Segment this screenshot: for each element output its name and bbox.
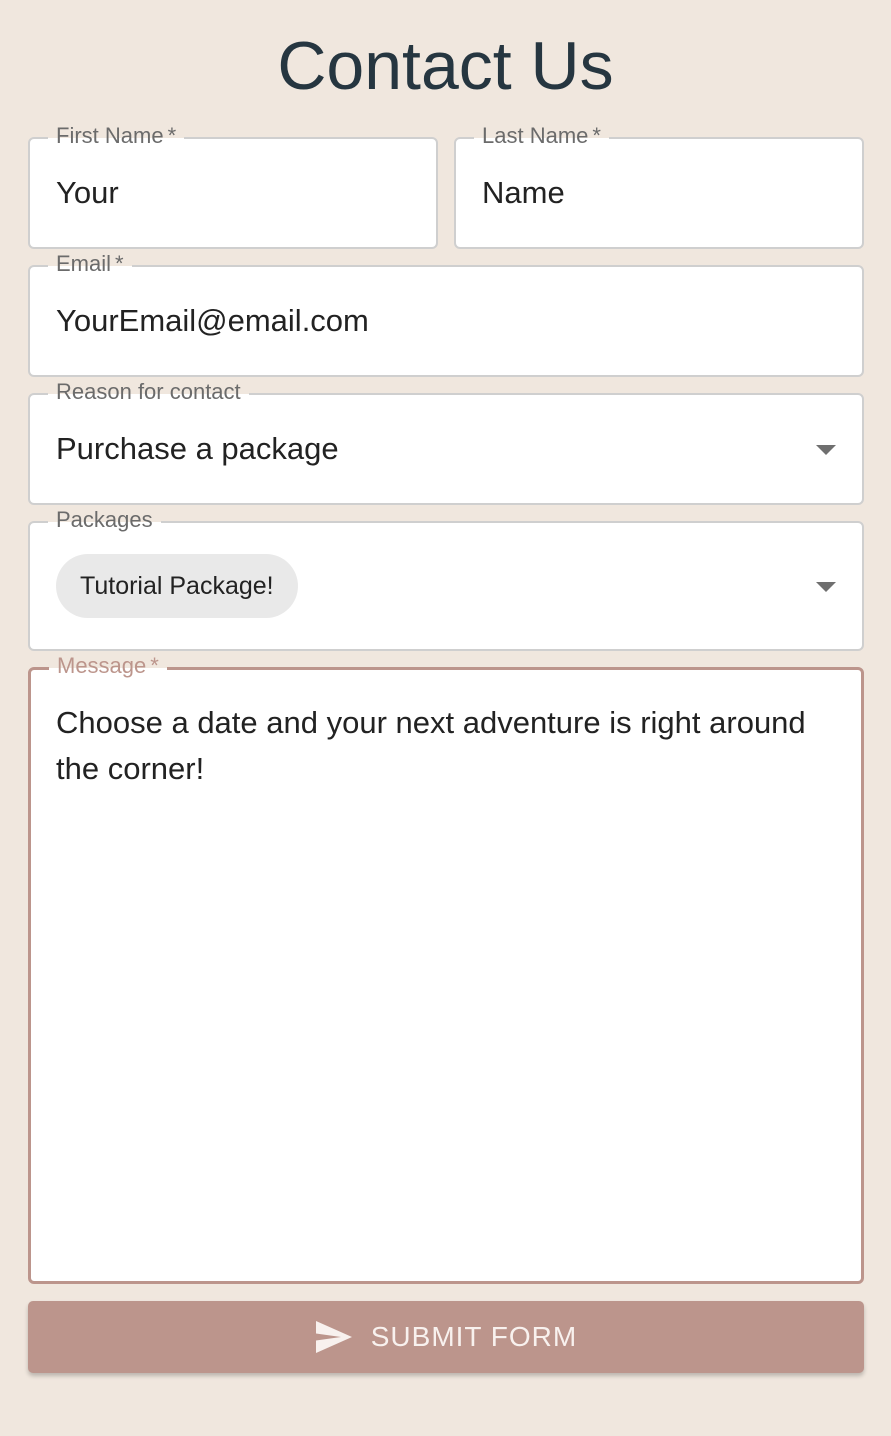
first-name-label-text: First Name	[56, 123, 164, 148]
last-name-required-mark: *	[592, 123, 601, 148]
first-name-required-mark: *	[167, 123, 177, 148]
contact-page: Contact Us First Name * Your Last Name * N…	[0, 0, 891, 1436]
email-label: Email *	[48, 250, 132, 278]
last-name-label-text: Last Name	[482, 123, 589, 148]
send-icon	[315, 1321, 352, 1353]
first-name-label: First Name *	[48, 122, 185, 150]
message-textarea[interactable]: Choose a date and your next adventure is…	[56, 700, 816, 792]
first-name-field[interactable]: First Name * Your	[28, 122, 438, 249]
reason-select[interactable]: Reason for contact Purchase a package	[28, 378, 864, 505]
page-title: Contact Us	[277, 28, 614, 104]
last-name-input[interactable]: Name	[482, 173, 565, 213]
submit-button-content: SUBMIT FORM	[28, 1301, 864, 1373]
package-chip[interactable]: Tutorial Package!	[56, 554, 298, 618]
packages-select[interactable]: Packages Tutorial Package!	[28, 506, 864, 651]
reason-selected-value: Purchase a package	[56, 431, 339, 466]
email-required-mark: *	[115, 251, 124, 276]
email-input[interactable]: YourEmail@email.com	[56, 301, 369, 341]
reason-label: Reason for contact	[48, 378, 249, 406]
message-required-mark: *	[150, 653, 159, 678]
chevron-down-icon[interactable]	[816, 445, 836, 455]
first-name-input[interactable]: Your	[56, 173, 119, 213]
message-label-text: Message	[57, 653, 147, 678]
message-field[interactable]: Message * Choose a date and your next adv…	[28, 652, 864, 1284]
submit-form-button[interactable]: SUBMIT FORM	[28, 1301, 864, 1373]
last-name-label: Last Name *	[474, 122, 609, 150]
submit-button-label: SUBMIT FORM	[370, 1321, 578, 1352]
email-label-text: Email	[56, 251, 112, 276]
chevron-down-icon[interactable]	[816, 582, 836, 592]
last-name-field[interactable]: Last Name * Name	[454, 122, 864, 249]
packages-label: Packages	[48, 506, 161, 534]
email-field[interactable]: Email * YourEmail@email.com	[28, 250, 864, 377]
message-label: Message *	[49, 652, 167, 680]
